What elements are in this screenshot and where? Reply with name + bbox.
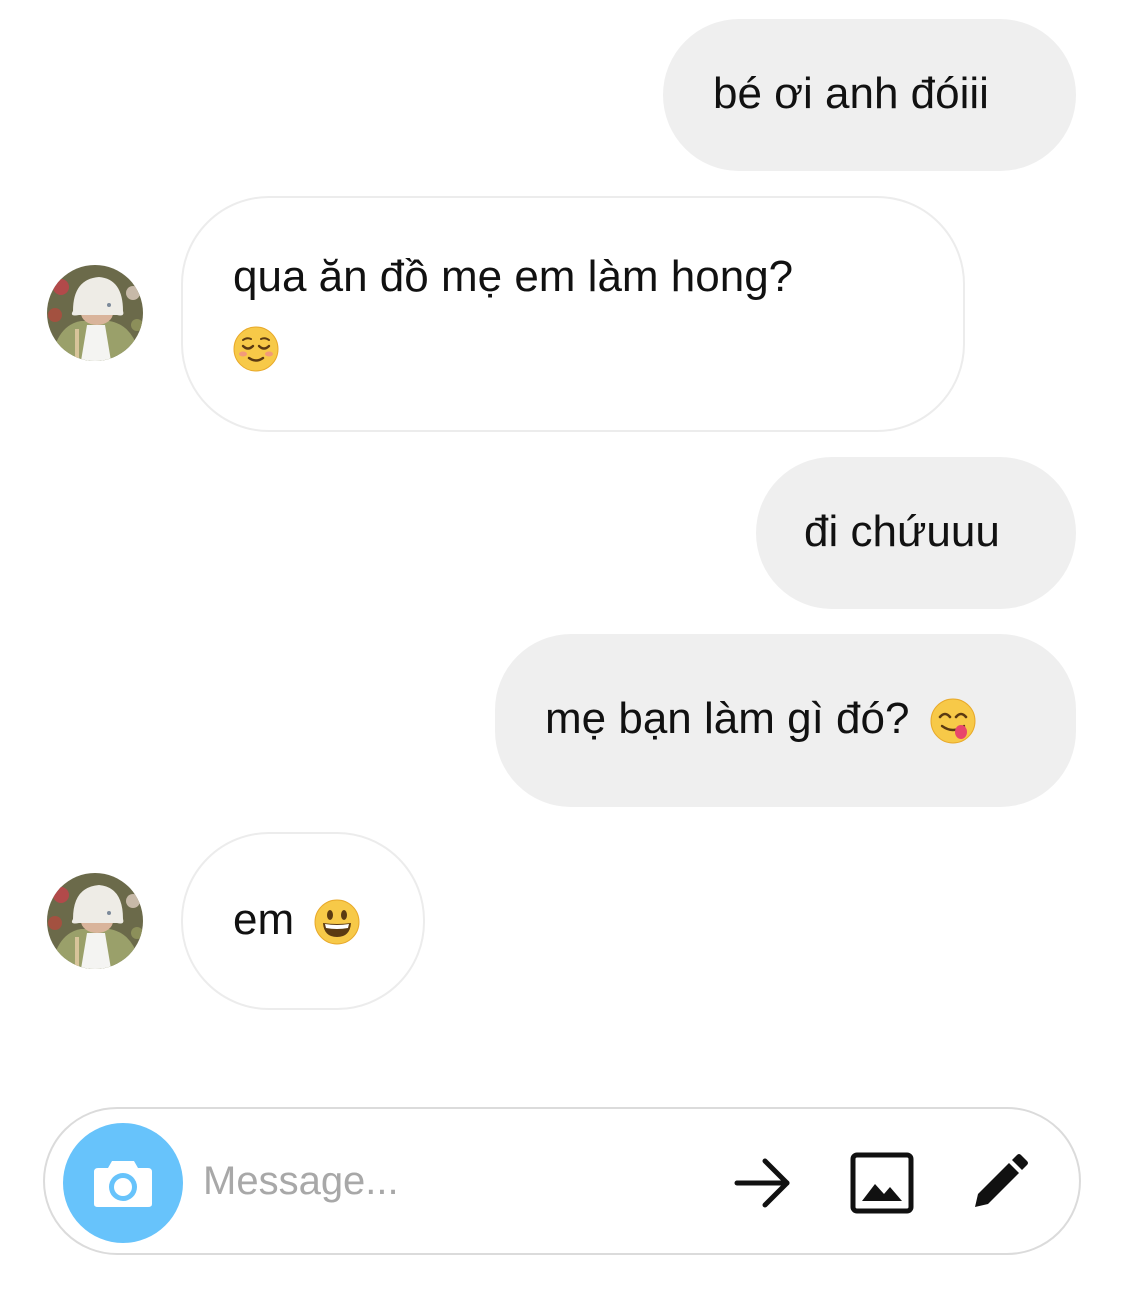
arrow-right-icon xyxy=(734,1158,790,1208)
message-bubble-received[interactable]: qua ăn đồ mẹ em làm hong? xyxy=(181,196,965,432)
message-text: qua ăn đồ mẹ em làm hong? xyxy=(233,252,794,301)
pencil-icon xyxy=(975,1154,1028,1207)
image-icon xyxy=(850,1152,914,1214)
draw-button[interactable] xyxy=(965,1149,1033,1217)
message-text: bé ơi anh đóiii xyxy=(713,69,989,118)
message-input[interactable] xyxy=(203,1151,703,1211)
message-composer xyxy=(43,1107,1081,1255)
avatar[interactable] xyxy=(47,873,143,969)
face-savoring-food-icon xyxy=(930,698,976,744)
gallery-button[interactable] xyxy=(848,1149,916,1217)
message-bubble-received[interactable]: em xyxy=(181,832,425,1010)
avatar[interactable] xyxy=(47,265,143,361)
avatar-photo xyxy=(47,265,143,361)
message-text: đi chứuuu xyxy=(804,507,1000,556)
avatar-photo xyxy=(47,873,143,969)
send-button[interactable] xyxy=(729,1149,797,1217)
message-bubble-sent[interactable]: mẹ bạn làm gì đó? xyxy=(495,634,1076,807)
message-bubble-sent[interactable]: bé ơi anh đóiii xyxy=(663,19,1076,171)
grinning-face-icon xyxy=(314,899,360,945)
message-text: em xyxy=(233,895,295,944)
message-text: mẹ bạn làm gì đó? xyxy=(545,694,910,743)
message-bubble-sent[interactable]: đi chứuuu xyxy=(756,457,1076,609)
camera-button[interactable] xyxy=(63,1123,183,1243)
camera-icon xyxy=(94,1161,152,1207)
chat-screen: bé ơi anh đóiii qua ăn đồ mẹ em làm hong… xyxy=(0,0,1124,1305)
relieved-face-icon xyxy=(233,326,279,372)
